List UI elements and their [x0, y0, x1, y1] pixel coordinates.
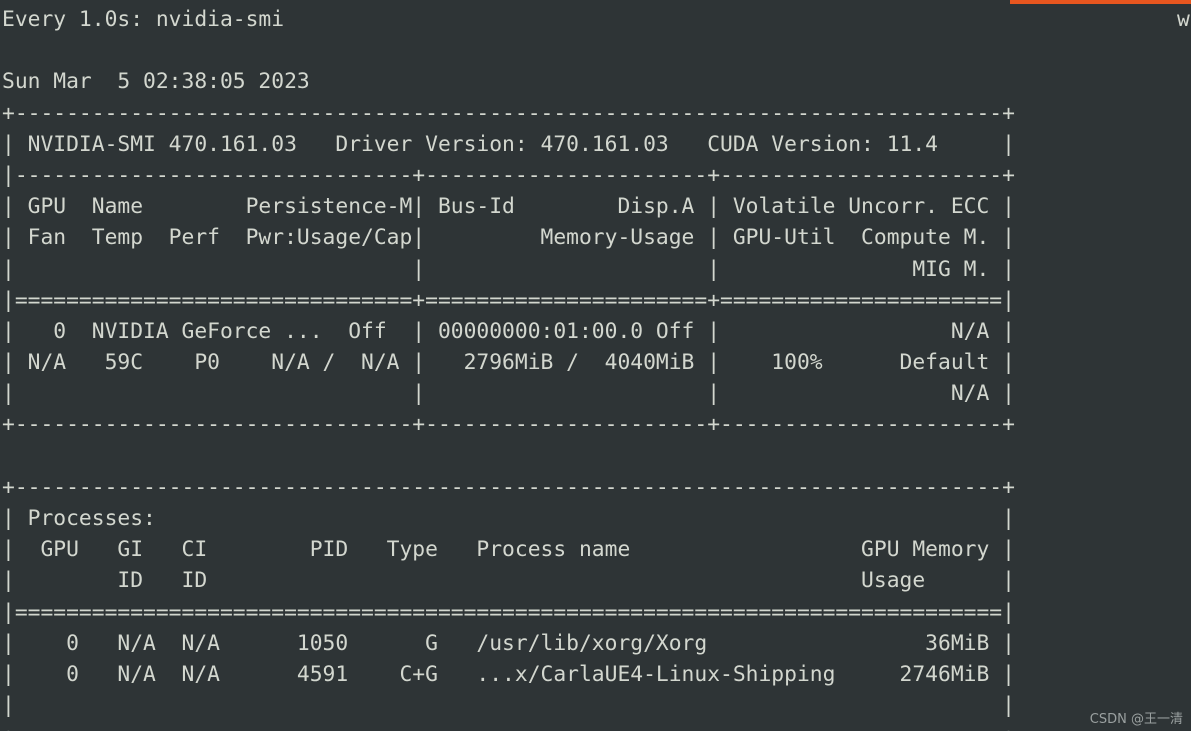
gpu-row-line-3: | | | N/A |	[2, 381, 1015, 407]
csdn-watermark: CSDN @王一清	[1089, 712, 1183, 727]
watch-header-line: Every 1.0s: nvidia-smi	[2, 7, 285, 32]
processes-bottom-border: +---------------------------------------…	[2, 721, 1191, 731]
processes-header-row-2: | ID ID Usage |	[2, 568, 1015, 594]
smi-bottom-border: +-------------------------------+-------…	[2, 412, 1015, 438]
watch-timestamp-line: Sun Mar 5 02:38:05 2023	[2, 69, 310, 95]
process-row: | 0 N/A N/A 1050 G /usr/lib/xorg/Xorg 36…	[2, 630, 1015, 656]
processes-header-row-1: | GPU GI CI PID Type Process name GPU Me…	[2, 537, 1015, 563]
processes-top-border: +---------------------------------------…	[2, 474, 1015, 500]
smi-thin-divider: |-------------------------------+-------…	[2, 162, 1015, 188]
terminal-output: Every 1.0s: nvidia-smi Sun Mar 5 02:38:0…	[0, 4, 1191, 731]
process-row: | 0 N/A N/A 4591 C+G ...x/CarlaUE4-Linux…	[2, 661, 1015, 687]
smi-header-row-1: | GPU Name Persistence-M| Bus-Id Disp.A …	[2, 194, 1015, 220]
blank-line-1	[2, 35, 1191, 66]
window-accent-bar	[1010, 0, 1191, 4]
terminal-window[interactable]: w Every 1.0s: nvidia-smi Sun Mar 5 02:38…	[0, 0, 1191, 731]
proc-divider-text: |=======================================…	[2, 599, 1015, 625]
gpu-row-line-1: | 0 NVIDIA GeForce ... Off | 00000000:01…	[2, 318, 1015, 344]
processes-thick-divider: |=======================================…	[2, 597, 1191, 628]
offscreen-edge-glyph: w	[1177, 7, 1190, 32]
smi-header-row-3: | | | MIG M. |	[2, 256, 1015, 282]
blank-line-2	[2, 441, 1191, 472]
processes-blank-row: | |	[2, 693, 1015, 719]
smi-thick-divider: |===============================+=======…	[2, 287, 1015, 313]
smi-driver-line: | NVIDIA-SMI 470.161.03 Driver Version: …	[2, 131, 1015, 157]
smi-header-row-2: | Fan Temp Perf Pwr:Usage/Cap| Memory-Us…	[2, 225, 1015, 251]
gpu-row-line-2: | N/A 59C P0 N/A / N/A | 2796MiB / 4040M…	[2, 350, 1015, 376]
processes-title-line: | Processes: |	[2, 506, 1015, 531]
smi-top-border: +---------------------------------------…	[2, 100, 1015, 126]
